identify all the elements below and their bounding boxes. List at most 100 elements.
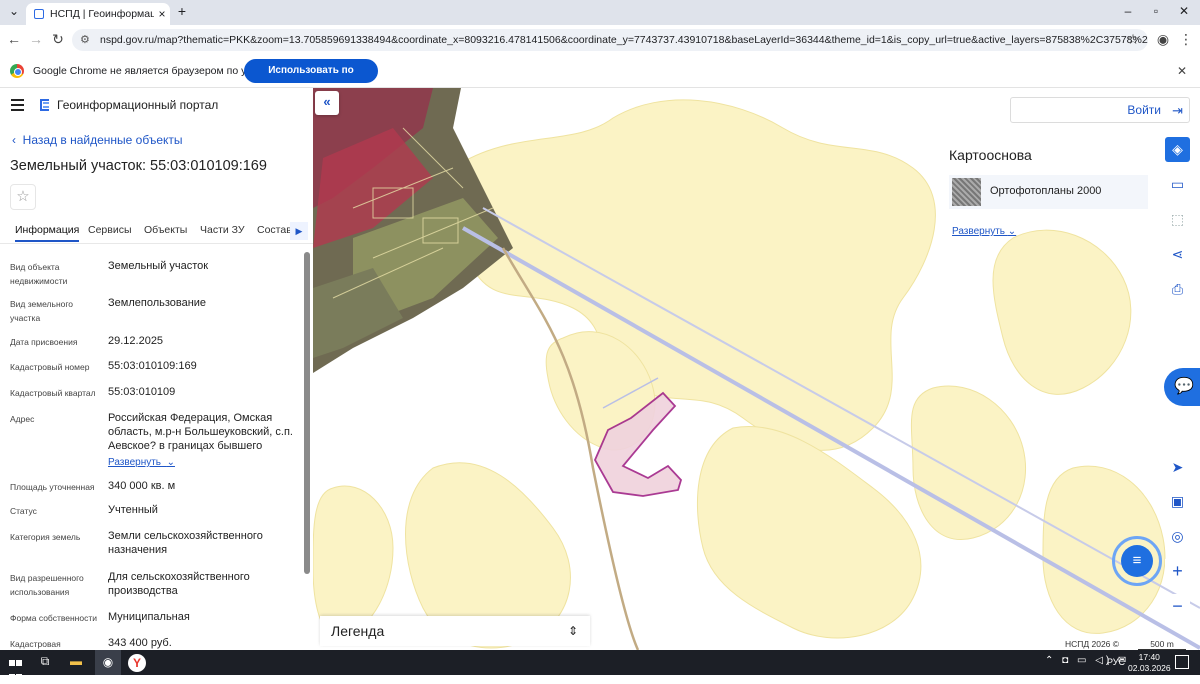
- measure-ruler-icon[interactable]: ▭: [1165, 172, 1190, 197]
- property-value: 55:03:010109:169: [108, 360, 197, 372]
- site-favicon-icon: [34, 9, 44, 19]
- property-value: Учтенный: [108, 504, 158, 516]
- yandex-browser-icon[interactable]: Y: [128, 654, 146, 672]
- hamburger-menu-icon[interactable]: [11, 99, 24, 114]
- default-browser-infobar: Google Chrome не является браузером по у…: [0, 55, 1200, 100]
- basemap-title: Картооснова: [949, 147, 1032, 163]
- property-value: Землепользование: [108, 297, 207, 309]
- task-view-icon[interactable]: ⧉: [38, 654, 52, 671]
- object-title: Земельный участок: 55:03:010109:169: [10, 158, 267, 174]
- back-icon[interactable]: ←: [5, 31, 23, 47]
- set-default-button[interactable]: Использовать по умолчанию: [244, 59, 378, 100]
- zoom-out-icon[interactable]: −: [1165, 594, 1190, 619]
- favorite-star-icon[interactable]: ☆: [10, 184, 36, 210]
- tab-title: НСПД | Геоинформационны: [50, 8, 154, 20]
- forward-icon[interactable]: →: [27, 31, 45, 47]
- property-value: Для сельскохозяйственного производства: [108, 571, 250, 597]
- url-text: nspd.gov.ru/map?thematic=PKK&zoom=13.705…: [100, 34, 1148, 46]
- new-tab-icon[interactable]: +: [172, 3, 192, 19]
- zoom-in-icon[interactable]: +: [1165, 559, 1190, 584]
- language-indicator[interactable]: РУС: [1107, 657, 1125, 667]
- chevron-down-icon: ⌄: [1007, 226, 1017, 237]
- assistant-button[interactable]: ≡: [1112, 536, 1162, 586]
- share-icon[interactable]: ⋖: [1165, 242, 1190, 267]
- close-window-icon[interactable]: ✕: [1174, 4, 1194, 18]
- property-value: Земли сельскохозяйственного назначения: [108, 530, 263, 556]
- tabs-next-icon[interactable]: ▶: [290, 222, 308, 240]
- expand-collapse-icon: ⇕: [567, 624, 578, 638]
- bookmark-star-icon[interactable]: ☆: [1124, 31, 1142, 48]
- collapse-panel-button[interactable]: «: [315, 91, 339, 115]
- infobar-close-icon[interactable]: ✕: [1177, 64, 1187, 78]
- tab-info[interactable]: Информация: [15, 224, 80, 242]
- login-label: Войти: [1127, 103, 1161, 117]
- property-label: Вид разрешенного использования: [10, 573, 84, 597]
- windows-start-icon[interactable]: [9, 656, 23, 680]
- property-value: Российская Федерация, Омская область, м.…: [108, 412, 293, 452]
- property-value: 340 000 кв. м: [108, 480, 176, 492]
- windows-taskbar: ⧉ ▬ ◉ Y ⌃ ◘ ▭ ◁) ✉ РУС 17:40 02.03.2026: [0, 650, 1200, 680]
- navigate-icon[interactable]: ➤: [1165, 455, 1190, 480]
- geolocate-icon[interactable]: ◎: [1165, 524, 1190, 549]
- chevron-down-icon: ⌄: [166, 457, 175, 468]
- property-label: Вид объекта недвижимости: [10, 262, 68, 286]
- minimap-icon[interactable]: ▣: [1165, 489, 1190, 514]
- select-area-icon[interactable]: ⬚: [1165, 207, 1190, 232]
- map-layers: [313, 88, 1200, 650]
- browser-tab[interactable]: НСПД | Геоинформационны ×: [26, 3, 170, 25]
- address-row: ← → ↻ ⚙ nspd.gov.ru/map?thematic=PKK&zoo…: [0, 25, 1200, 55]
- portal-logo-icon: [40, 99, 49, 111]
- expand-label: Развернуть: [108, 457, 162, 468]
- print-icon[interactable]: ⎙: [1165, 277, 1190, 302]
- property-label: Дата присвоения: [10, 337, 78, 347]
- tab-list-icon[interactable]: ⌄: [4, 4, 24, 18]
- panel-scrollbar[interactable]: [304, 252, 310, 574]
- tab-composition[interactable]: Состав: [257, 224, 292, 236]
- reload-icon[interactable]: ↻: [49, 31, 67, 48]
- property-label: Кадастровый номер: [10, 362, 90, 372]
- site-info-icon[interactable]: ⚙: [80, 29, 90, 51]
- map-canvas[interactable]: [313, 88, 1200, 650]
- chevron-left-icon: ‹: [12, 133, 16, 147]
- close-tab-icon[interactable]: ×: [154, 7, 170, 21]
- address-bar[interactable]: ⚙ nspd.gov.ru/map?thematic=PKK&zoom=13.7…: [72, 29, 1148, 51]
- legend-panel[interactable]: Легенда ⇕: [320, 616, 590, 646]
- basemap-expand-link[interactable]: Развернуть ⌄: [952, 226, 1016, 237]
- profile-icon[interactable]: ◉: [1154, 31, 1172, 48]
- basemap-thumbnail: [952, 178, 981, 206]
- scale-bar: 500 m: [1138, 639, 1186, 650]
- chrome-logo-icon: [10, 64, 24, 78]
- menu-kebab-icon[interactable]: ⋮: [1177, 31, 1195, 48]
- file-explorer-icon[interactable]: ▬: [66, 654, 86, 671]
- login-button[interactable]: Войти ⇥: [1010, 97, 1190, 123]
- basemap-label: Ортофотопланы 2000: [990, 185, 1102, 197]
- property-label: Кадастровый квартал: [10, 388, 96, 398]
- property-value: Земельный участок: [108, 260, 209, 272]
- back-label: Назад в найденные объекты: [22, 133, 183, 147]
- basemap-item[interactable]: Ортофотопланы 2000: [949, 175, 1148, 209]
- maximize-icon[interactable]: ▫: [1146, 4, 1166, 18]
- assistant-icon: ≡: [1121, 545, 1153, 577]
- object-info-panel: Геоинформационный портал ‹ Назад в найде…: [0, 88, 313, 650]
- property-label: Адрес: [10, 414, 35, 424]
- expand-label: Развернуть: [952, 226, 1006, 237]
- browser-title-bar: ⌄ НСПД | Геоинформационны × + – ▫ ✕: [0, 0, 1200, 25]
- orthophoto-area: [313, 88, 513, 373]
- layers-tool-icon[interactable]: ◈: [1165, 137, 1190, 162]
- property-label: Вид земельного участка: [10, 299, 74, 323]
- property-value: 29.12.2025: [108, 335, 164, 347]
- tab-services[interactable]: Сервисы: [88, 224, 132, 236]
- property-value: 55:03:010109: [108, 386, 176, 398]
- clock[interactable]: 17:40 02.03.2026: [1128, 652, 1171, 674]
- login-icon: ⇥: [1172, 103, 1183, 118]
- property-label: Категория земель: [10, 532, 81, 542]
- chrome-taskbar-icon[interactable]: ◉: [95, 650, 121, 675]
- minimize-icon[interactable]: –: [1118, 4, 1138, 18]
- map-copyright: НСПД 2026 ©: [1065, 639, 1120, 649]
- back-to-results-link[interactable]: ‹ Назад в найденные объекты: [12, 133, 183, 147]
- tab-objects[interactable]: Объекты: [144, 224, 187, 236]
- address-expand-link[interactable]: Развернуть ⌄: [108, 457, 175, 468]
- tab-parts[interactable]: Части ЗУ: [200, 224, 245, 236]
- chat-support-icon[interactable]: 💬: [1164, 368, 1200, 406]
- notifications-icon[interactable]: [1175, 655, 1189, 669]
